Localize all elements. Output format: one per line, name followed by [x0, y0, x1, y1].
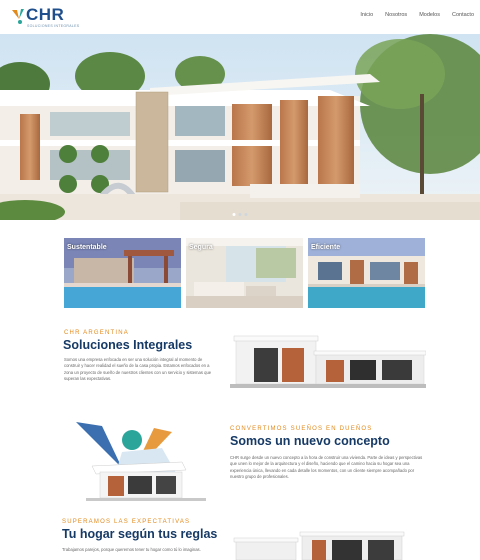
- house-logo-illustration-image: [76, 422, 206, 501]
- house-render-side-image: [230, 330, 427, 392]
- main-nav: Inicio Nosotros Modelos Contacto: [360, 12, 474, 18]
- section3-heading: Tu hogar según tus reglas: [62, 527, 218, 541]
- hero-pagination: [232, 213, 248, 216]
- features-cards: Sustentable Segura Eficiente: [64, 238, 426, 308]
- nav-item-nosotros[interactable]: Nosotros: [385, 12, 407, 18]
- nav-item-inicio[interactable]: Inicio: [360, 12, 373, 18]
- section1-body: Somos una empresa enfocada en ser una so…: [64, 357, 212, 382]
- section1-kicker: CHR ARGENTINA: [64, 330, 129, 336]
- feature-card-eficiente[interactable]: Eficiente: [308, 238, 425, 308]
- feature-card-sustentable[interactable]: Sustentable: [64, 238, 181, 308]
- section2-kicker: CONVERTIMOS SUEÑOS EN DUEÑOS: [230, 426, 373, 432]
- brand-name: CHR: [26, 5, 65, 24]
- hero-slider[interactable]: [0, 34, 480, 220]
- section3-image: [232, 530, 422, 560]
- nav-item-contacto[interactable]: Contacto: [452, 12, 474, 18]
- card-label: Sustentable: [67, 244, 107, 251]
- site-header: CHR SOLUCIONES INTEGRALES Inicio Nosotro…: [0, 0, 480, 34]
- section1-heading: Soluciones Integrales: [63, 338, 193, 352]
- section3-kicker: SUPERAMOS LAS EXPECTATIVAS: [62, 519, 191, 525]
- section3-body: Trabajamos parejos, porque queremos tene…: [62, 547, 201, 552]
- section2-heading: Somos un nuevo concepto: [230, 434, 390, 448]
- slider-dot[interactable]: [244, 213, 248, 216]
- feature-card-segura[interactable]: Segura: [186, 238, 303, 308]
- hero-image: [0, 34, 480, 220]
- card-label: Eficiente: [311, 244, 341, 251]
- card-label: Segura: [189, 244, 213, 251]
- brand-logo[interactable]: CHR SOLUCIONES INTEGRALES: [10, 4, 80, 30]
- house-render-front-image: [232, 530, 422, 560]
- section1-image: [230, 330, 427, 392]
- nav-item-modelos[interactable]: Modelos: [419, 12, 440, 18]
- slider-dot[interactable]: [238, 213, 242, 216]
- brand-tagline: SOLUCIONES INTEGRALES: [27, 24, 80, 28]
- section2-body: CHR surge desde un nuevo concepto a la h…: [230, 455, 423, 480]
- slider-dot[interactable]: [232, 213, 236, 216]
- section2-image: [62, 418, 214, 508]
